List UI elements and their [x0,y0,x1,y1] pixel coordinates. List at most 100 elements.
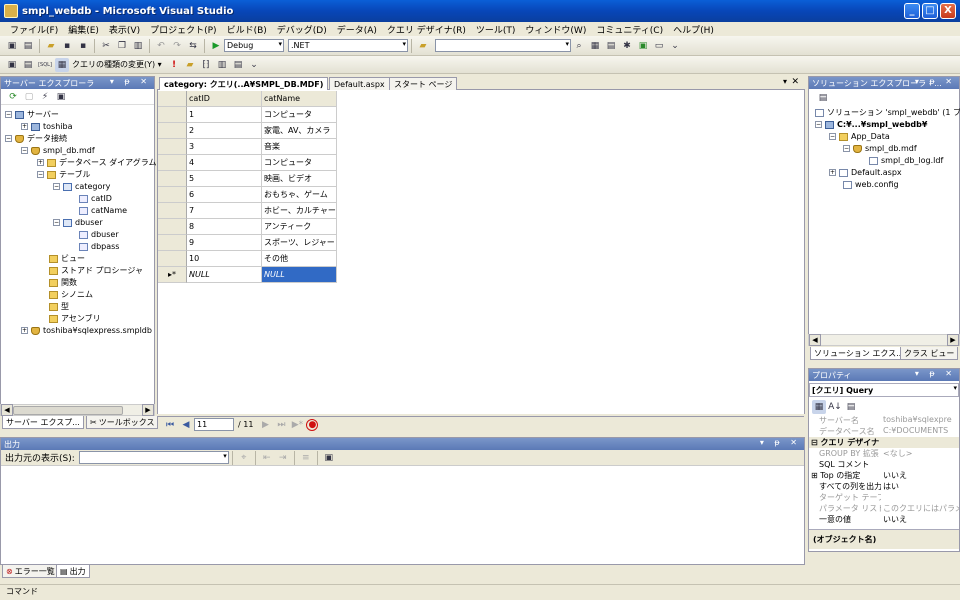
collapse-icon[interactable]: − [829,133,836,140]
redo-icon[interactable]: ↷ [170,39,184,53]
close-document-icon[interactable]: ✕ [791,77,799,87]
property-row[interactable]: GROUP BY 拡張 <なし> [809,448,959,459]
tree-node-stored-procedures[interactable]: ストアド プロシージャ [49,265,143,276]
scroll-right-icon[interactable]: ▶ [947,334,959,346]
tab-solution-explorer[interactable]: ソリューション エクス... [810,347,908,360]
add-table-icon[interactable]: ▥ [215,58,229,72]
tree-node-data-connections[interactable]: − データ接続 [5,133,67,144]
tree-node-default-aspx[interactable]: + Default.aspx [829,167,902,178]
clear-all-icon[interactable]: ≡ [299,451,313,465]
property-row[interactable]: サーバー名 toshiba¥sqlexpre [809,415,959,426]
table-cell[interactable]: スポーツ、レジャー [262,235,337,251]
tree-node-mdf[interactable]: − smpl_db.mdf [843,143,917,154]
panel-header-buttons[interactable]: ▾ ᵽ ✕ [760,438,801,447]
table-cell[interactable]: 5 [187,171,262,187]
new-row[interactable]: ▸* NULL NULL [158,267,337,283]
properties-object-select[interactable]: [クエリ] Query ▾ [809,383,959,397]
toolbar-overflow-icon[interactable]: ⌄ [668,39,682,53]
table-row[interactable]: 3 音楽 [158,139,337,155]
tree-node-solution[interactable]: ソリューション 'smpl_webdb' (1 プロジ [815,107,960,118]
collapse-icon[interactable]: − [21,147,28,154]
table-cell[interactable]: 映画、ビデオ [262,171,337,187]
tree-node-app-data[interactable]: − App_Data [829,131,890,142]
table-row[interactable]: 8 アンティーク [158,219,337,235]
table-cell[interactable]: おもちゃ、ゲーム [262,187,337,203]
find-message-icon[interactable]: ⌖ [237,451,251,465]
table-cell[interactable]: 8 [187,219,262,235]
platform-select[interactable]: .NET ▾ [288,39,408,52]
tree-node-web-config[interactable]: web.config [843,179,899,190]
property-row[interactable]: 一意の値 いいえ [809,514,959,525]
property-row[interactable]: ⊞ Top の指定 いいえ [809,470,959,481]
tree-node-servers[interactable]: − サーバー [5,109,59,120]
column-header[interactable]: catName [262,91,337,107]
title-bar[interactable]: smpl_webdb - Microsoft Visual Studio _ □… [0,0,960,22]
panel-header-buttons[interactable]: ▾ ᵽ ✕ [915,369,956,378]
start-debug-icon[interactable]: ▶ [209,39,223,53]
row-selector[interactable] [158,139,187,155]
new-record-icon[interactable]: ▶* [290,418,304,432]
next-message-icon[interactable]: ⇥ [276,451,290,465]
property-row[interactable]: すべての列を出力 はい [809,481,959,492]
connect-server-icon[interactable]: ▣ [54,90,68,104]
property-row[interactable]: パラメータ リスト このクエリにはパラメ [809,503,959,514]
menu-view[interactable]: 表示(V) [105,23,144,36]
expand-icon[interactable]: + [21,327,28,334]
column-header[interactable]: catID [187,91,262,107]
scroll-thumb[interactable] [13,406,123,415]
panel-header-buttons[interactable]: ▾ ᵽ ✕ [915,77,956,86]
table-cell[interactable]: 10 [187,251,262,267]
property-row[interactable]: データベース名 C:¥DOCUMENTS [809,426,959,437]
word-wrap-icon[interactable]: ▣ [322,451,336,465]
table-cell[interactable]: 4 [187,155,262,171]
table-row[interactable]: 5 映画、ビデオ [158,171,337,187]
tree-node-dbuser-table[interactable]: − dbuser [53,217,103,228]
last-record-icon[interactable]: ⏭ [274,418,288,432]
table-cell[interactable]: 音楽 [262,139,337,155]
menu-window[interactable]: ウィンドウ(W) [521,23,590,36]
property-pages-icon[interactable]: ▤ [844,400,858,414]
stop-refresh-icon[interactable]: ▢ [22,90,36,104]
stop-icon[interactable]: ● [306,418,319,431]
copy-icon[interactable]: ❐ [115,39,129,53]
refresh-icon[interactable]: ⟳ [6,90,20,104]
start-page-icon[interactable]: ▭ [652,39,666,53]
table-row[interactable]: 1 コンピュータ [158,107,337,123]
toolbox-icon[interactable]: ▣ [636,39,650,53]
show-criteria-pane-icon[interactable]: ▤ [21,58,35,72]
property-category-row[interactable]: ⊟ クエリ デザイナ [809,437,959,448]
row-selector[interactable] [158,155,187,171]
minimize-button[interactable]: _ [904,3,920,19]
table-cell[interactable]: 1 [187,107,262,123]
navigate-icon[interactable]: ⇆ [186,39,200,53]
table-row[interactable]: 4 コンピュータ [158,155,337,171]
properties-icon[interactable]: ▤ [604,39,618,53]
scroll-right-icon[interactable]: ▶ [142,404,154,416]
new-row-marker[interactable]: ▸* [158,267,187,283]
show-diagram-pane-icon[interactable]: ▣ [5,58,19,72]
collapse-icon[interactable]: − [843,145,850,152]
row-selector[interactable] [158,219,187,235]
first-record-icon[interactable]: ⏮ [163,418,177,432]
tree-node-catid[interactable]: catID [79,193,112,204]
add-item-icon[interactable]: ▤ [21,39,35,53]
property-row[interactable]: ターゲット テーブル [809,492,959,503]
tree-node-synonyms[interactable]: シノニム [49,289,93,300]
close-button[interactable]: X [940,3,956,19]
tree-node-assemblies[interactable]: アセンブリ [49,313,101,324]
change-type-button[interactable]: クエリの種類の変更(Y) ▾ [70,58,166,71]
menu-community[interactable]: コミュニティ(C) [592,23,667,36]
table-cell[interactable]: コンピュータ [262,155,337,171]
table-cell[interactable]: アンティーク [262,219,337,235]
next-record-icon[interactable]: ▶ [258,418,272,432]
collapse-icon[interactable]: − [37,171,44,178]
verify-sql-icon[interactable]: ▰ [183,58,197,72]
tree-node-catname[interactable]: catName [79,205,127,216]
show-output-from-select[interactable]: ▾ [78,451,229,464]
solution-explorer-hscroll[interactable]: ◀ ▶ [808,334,960,346]
execute-sql-icon[interactable]: ! [167,58,181,72]
properties-icon[interactable]: ▤ [816,91,830,105]
table-cell[interactable]: ホビー、カルチャー [262,203,337,219]
collapse-icon[interactable]: − [53,183,60,190]
object-browser-icon[interactable]: ✱ [620,39,634,53]
